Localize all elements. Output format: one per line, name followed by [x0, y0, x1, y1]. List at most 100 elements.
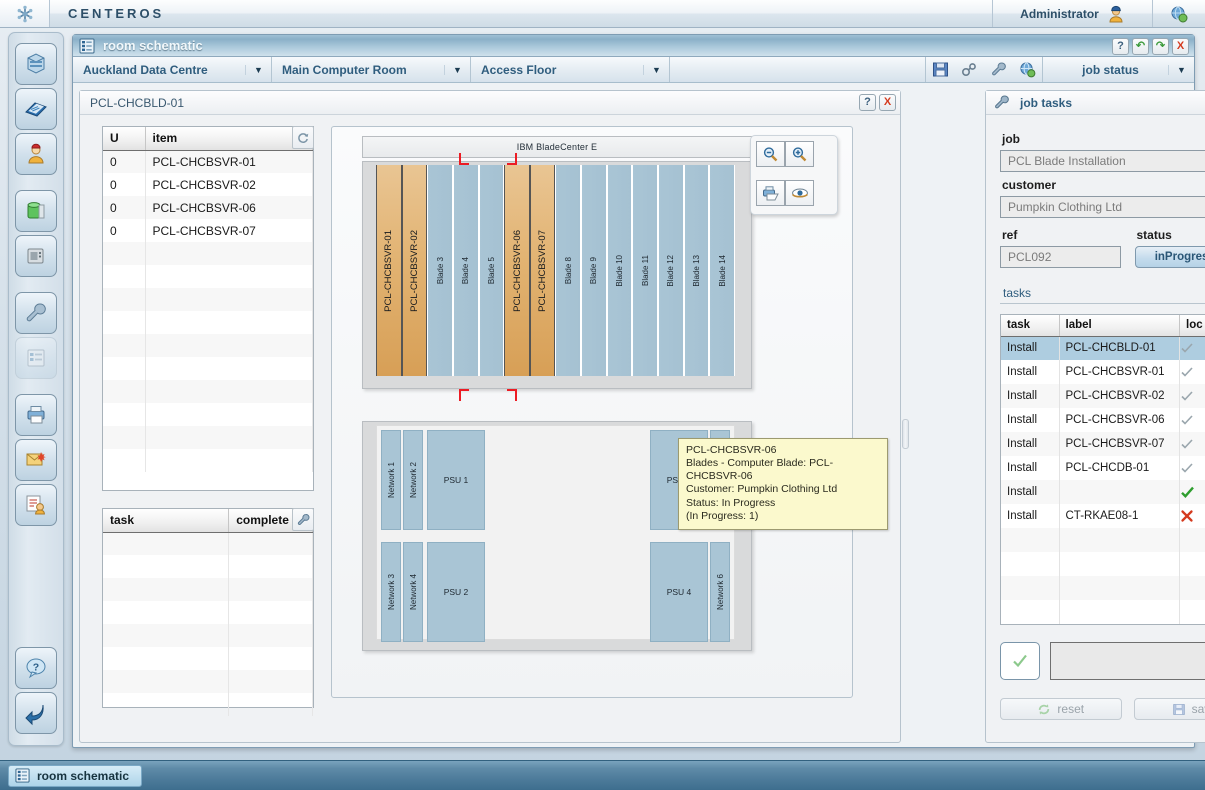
table-row-empty[interactable]	[103, 380, 313, 403]
table-row-empty[interactable]	[103, 693, 313, 716]
task-loc[interactable]	[1180, 336, 1205, 360]
toolbar-save-button[interactable]	[926, 57, 955, 83]
schematic-canvas[interactable]: IBM BladeCenter E PCL-CHCBSVR-01 PCL-CHC…	[331, 126, 853, 698]
module-network-4[interactable]: Network 4	[403, 542, 423, 642]
blade-bay-11[interactable]: Blade 11	[632, 165, 658, 376]
table-row[interactable]: Install PCL-CHCBSVR-06	[1001, 408, 1205, 432]
task-loc[interactable]	[1180, 360, 1205, 384]
sidebar-item-schematic[interactable]	[15, 337, 57, 379]
window-close-button[interactable]: X	[1172, 38, 1189, 55]
sidebar-item-reports[interactable]	[15, 484, 57, 526]
table-row-empty[interactable]	[1001, 528, 1205, 552]
blade-bay-4[interactable]: Blade 4	[453, 165, 479, 376]
table-row-empty[interactable]	[103, 449, 313, 472]
sidebar-item-contacts[interactable]	[15, 133, 57, 175]
toolbar-link-button[interactable]	[955, 57, 984, 83]
customer-field[interactable]: Pumpkin Clothing Ltd	[1000, 196, 1205, 218]
table-row[interactable]: Install PCL-CHCDB-01	[1001, 456, 1205, 480]
sidebar-item-tools[interactable]	[15, 292, 57, 334]
zoom-in-button[interactable]	[785, 141, 814, 167]
task-complete-checkbox[interactable]	[1000, 642, 1040, 680]
window-redo-button[interactable]: ↷	[1152, 38, 1169, 55]
job-status-dropdown[interactable]: job status ▼	[1042, 57, 1194, 82]
table-row-empty[interactable]	[103, 555, 313, 578]
room-dropdown[interactable]: Main Computer Room ▼	[272, 57, 471, 82]
save-button[interactable]: save	[1134, 698, 1205, 720]
window-undo-button[interactable]: ↶	[1132, 38, 1149, 55]
blade-bay-1[interactable]: PCL-CHCBSVR-01	[376, 165, 402, 376]
ref-field[interactable]: PCL092	[1000, 246, 1121, 268]
table-row[interactable]: Install PCL-CHCBSVR-07	[1001, 432, 1205, 456]
table-row[interactable]: 0 PCL-CHCBSVR-02	[103, 173, 313, 196]
task-loc[interactable]	[1180, 384, 1205, 408]
task-loc[interactable]	[1180, 480, 1205, 504]
floor-dropdown[interactable]: Access Floor ▼	[471, 57, 670, 82]
table-row[interactable]: Install PCL-CHCBSVR-02	[1001, 384, 1205, 408]
toolbar-wrench-button[interactable]	[984, 57, 1013, 83]
status-dropdown[interactable]: inProgress ▼	[1135, 246, 1205, 268]
job-field[interactable]: PCL Blade Installation	[1000, 150, 1205, 172]
window-help-button[interactable]: ?	[1112, 38, 1129, 55]
table-row[interactable]: 0 PCL-CHCBSVR-01	[103, 150, 313, 173]
table-row-empty[interactable]	[1001, 576, 1205, 600]
table-row-empty[interactable]	[103, 334, 313, 357]
table-row-empty[interactable]	[103, 578, 313, 601]
table-row[interactable]: Install	[1001, 480, 1205, 504]
table-row[interactable]: Install PCL-CHCBSVR-01	[1001, 360, 1205, 384]
table-row[interactable]: Install CT-RKAE08-1	[1001, 504, 1205, 528]
table-row[interactable]: Install PCL-CHCBLD-01	[1001, 336, 1205, 360]
task-loc[interactable]	[1180, 504, 1205, 528]
table-row-empty[interactable]	[103, 601, 313, 624]
task-notes-field[interactable]	[1050, 642, 1205, 680]
taskbar-item-room-schematic[interactable]: room schematic	[8, 765, 142, 787]
sidebar-item-racks[interactable]	[15, 88, 57, 130]
table-row[interactable]: 0 PCL-CHCBSVR-06	[103, 196, 313, 219]
site-dropdown[interactable]: Auckland Data Centre ▼	[73, 57, 272, 82]
task-loc[interactable]	[1180, 408, 1205, 432]
blade-bay-12[interactable]: Blade 12	[658, 165, 684, 376]
sidebar-item-help[interactable]: ?	[15, 647, 57, 689]
blade-bay-5[interactable]: Blade 5	[479, 165, 505, 376]
schematic-close-button[interactable]: X	[879, 94, 896, 111]
blade-bay-10[interactable]: Blade 10	[607, 165, 633, 376]
sidebar-item-alerts[interactable]	[15, 439, 57, 481]
blade-bay-9[interactable]: Blade 9	[581, 165, 607, 376]
blade-bay-7[interactable]: PCL-CHCBSVR-07	[530, 165, 556, 376]
table-row-empty[interactable]	[103, 357, 313, 380]
sidebar-item-datacentre[interactable]	[15, 43, 57, 85]
module-network-2[interactable]: Network 2	[403, 430, 423, 530]
sidebar-item-database[interactable]	[15, 190, 57, 232]
table-row-empty[interactable]	[103, 532, 313, 555]
current-user[interactable]: Administrator	[993, 0, 1153, 27]
sidebar-item-server[interactable]	[15, 235, 57, 277]
module-network-6[interactable]: Network 6	[710, 542, 730, 642]
blade-bay-6[interactable]: PCL-CHCBSVR-06	[504, 165, 530, 376]
table-row-empty[interactable]	[1001, 600, 1205, 624]
sidebar-item-print[interactable]	[15, 394, 57, 436]
table-row-empty[interactable]	[103, 242, 313, 265]
blade-bay-13[interactable]: Blade 13	[684, 165, 710, 376]
table-row-empty[interactable]	[103, 647, 313, 670]
appbar-globe-button[interactable]	[1153, 0, 1205, 27]
table-row-empty[interactable]	[103, 288, 313, 311]
table-row-empty[interactable]	[103, 426, 313, 449]
module-psu-1[interactable]: PSU 1	[427, 430, 485, 530]
module-network-1[interactable]: Network 1	[381, 430, 401, 530]
panel-splitter-grip[interactable]	[902, 419, 909, 449]
module-psu-2[interactable]: PSU 2	[427, 542, 485, 642]
task-loc[interactable]	[1180, 432, 1205, 456]
task-loc[interactable]	[1180, 456, 1205, 480]
table-row-empty[interactable]	[103, 670, 313, 693]
module-psu-4[interactable]: PSU 4	[650, 542, 708, 642]
blade-bay-2[interactable]: PCL-CHCBSVR-02	[402, 165, 428, 376]
blade-bay-3[interactable]: Blade 3	[427, 165, 453, 376]
blade-bay-8[interactable]: Blade 8	[555, 165, 581, 376]
table-row-empty[interactable]	[103, 311, 313, 334]
table-row-empty[interactable]	[103, 265, 313, 288]
canvas-print-button[interactable]	[756, 180, 785, 206]
toolbar-globe-button[interactable]	[1013, 57, 1042, 83]
zoom-out-button[interactable]	[756, 141, 785, 167]
schematic-help-button[interactable]: ?	[859, 94, 876, 111]
task-table-tool-button[interactable]	[292, 508, 314, 531]
table-row[interactable]: 0 PCL-CHCBSVR-07	[103, 219, 313, 242]
